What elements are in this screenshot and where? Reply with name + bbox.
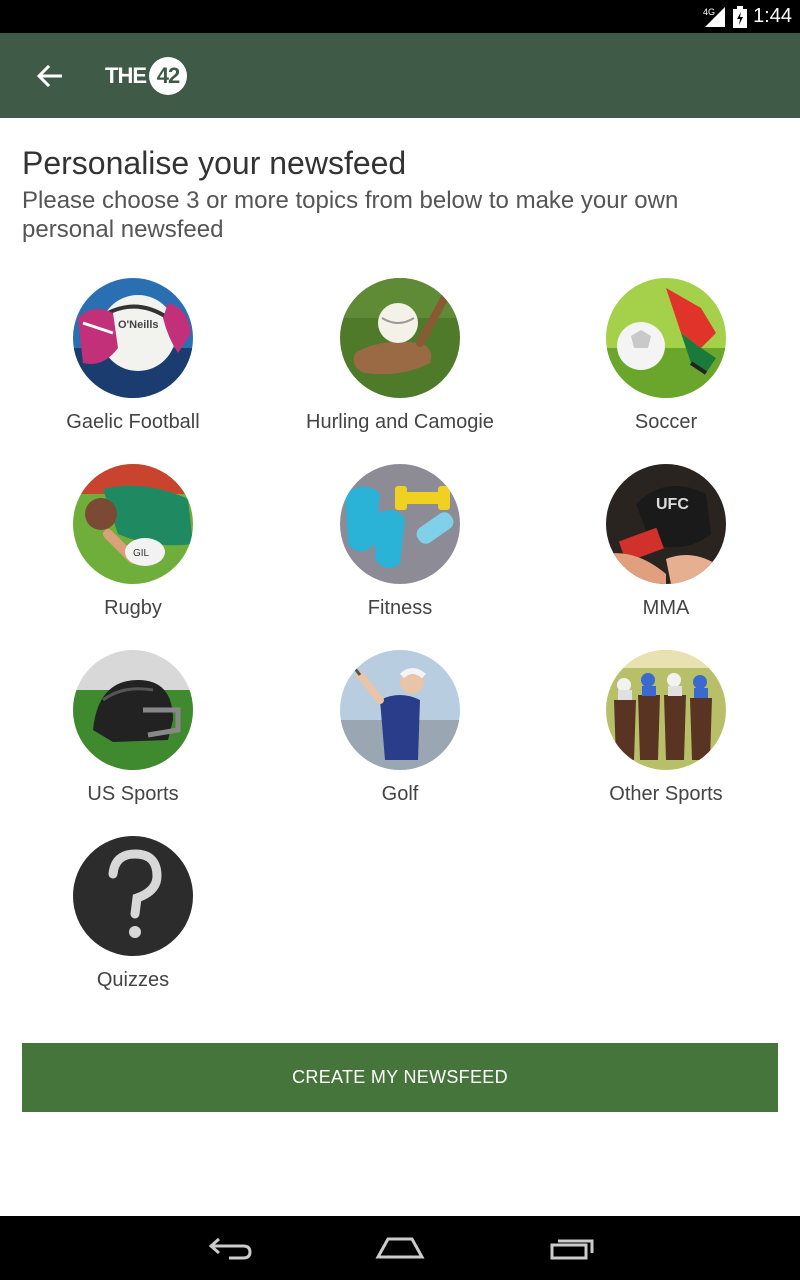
- mma-icon: UFC: [606, 464, 726, 584]
- system-nav-bar: [0, 1216, 800, 1280]
- topic-label: Rugby: [104, 597, 162, 619]
- topic-golf[interactable]: Golf: [267, 650, 533, 825]
- hurling-icon: [340, 278, 460, 398]
- svg-text:UFC: UFC: [656, 496, 689, 513]
- svg-text:GIL: GIL: [133, 548, 150, 559]
- topic-label: Quizzes: [96, 969, 170, 991]
- topic-label: Hurling and Camogie: [306, 411, 494, 433]
- status-bar: 4G 1:44: [0, 0, 800, 33]
- fitness-icon: [340, 464, 460, 584]
- topic-label: Soccer: [634, 411, 698, 433]
- topic-label: Gaelic Football: [66, 411, 200, 433]
- topic-label: Golf: [381, 783, 419, 805]
- app-logo: THE 42: [105, 57, 187, 95]
- topic-label: US Sports: [87, 783, 179, 805]
- network-type: 4G: [703, 7, 715, 17]
- arrow-back-icon: [36, 65, 62, 87]
- svg-text:O'Neills: O'Neills: [118, 319, 159, 331]
- page-subtitle: Please choose 3 or more topics from belo…: [22, 187, 679, 243]
- logo-text: THE: [105, 63, 147, 88]
- logo-number: 42: [149, 57, 187, 95]
- app-bar: THE 42: [0, 33, 800, 118]
- topic-quizzes[interactable]: Quizzes: [0, 836, 266, 1011]
- rugby-icon: GIL: [73, 464, 193, 584]
- nav-recents-icon: [550, 1239, 594, 1260]
- question-mark-icon: [73, 836, 193, 956]
- golf-icon: [340, 650, 460, 770]
- status-time: 1:44: [753, 5, 792, 27]
- topic-label: Other Sports: [609, 783, 723, 805]
- horse-racing-icon: [606, 650, 726, 770]
- topic-hurling-and-camogie[interactable]: Hurling and Camogie: [267, 278, 533, 453]
- nav-back-icon: [208, 1237, 252, 1260]
- topic-other-sports[interactable]: Other Sports: [533, 650, 799, 825]
- signal-icon: 4G: [703, 6, 726, 27]
- topic-mma[interactable]: UFC MMA: [533, 464, 799, 639]
- battery-icon: [733, 5, 748, 28]
- topic-soccer[interactable]: Soccer: [533, 278, 799, 453]
- soccer-icon: [606, 278, 726, 398]
- nav-home-button[interactable]: [370, 1228, 430, 1268]
- create-newsfeed-button[interactable]: CREATE MY NEWSFEED: [22, 1043, 778, 1112]
- nav-home-icon: [375, 1237, 425, 1259]
- status-icons: 4G 1:44: [703, 0, 792, 33]
- topic-label: Fitness: [367, 597, 433, 619]
- topic-fitness[interactable]: Fitness: [267, 464, 533, 639]
- topic-gaelic-football[interactable]: O'Neills Gaelic Football: [0, 278, 266, 453]
- topic-label: MMA: [642, 597, 690, 619]
- nav-recents-button[interactable]: [542, 1228, 602, 1268]
- nav-back-button[interactable]: [200, 1228, 260, 1268]
- topic-us-sports[interactable]: US Sports: [0, 650, 266, 825]
- topic-rugby[interactable]: GIL Rugby: [0, 464, 266, 639]
- back-button[interactable]: [24, 55, 74, 97]
- page-title: Personalise your newsfeed: [22, 145, 407, 181]
- gaelic-football-icon: O'Neills: [73, 278, 193, 398]
- us-sports-icon: [73, 650, 193, 770]
